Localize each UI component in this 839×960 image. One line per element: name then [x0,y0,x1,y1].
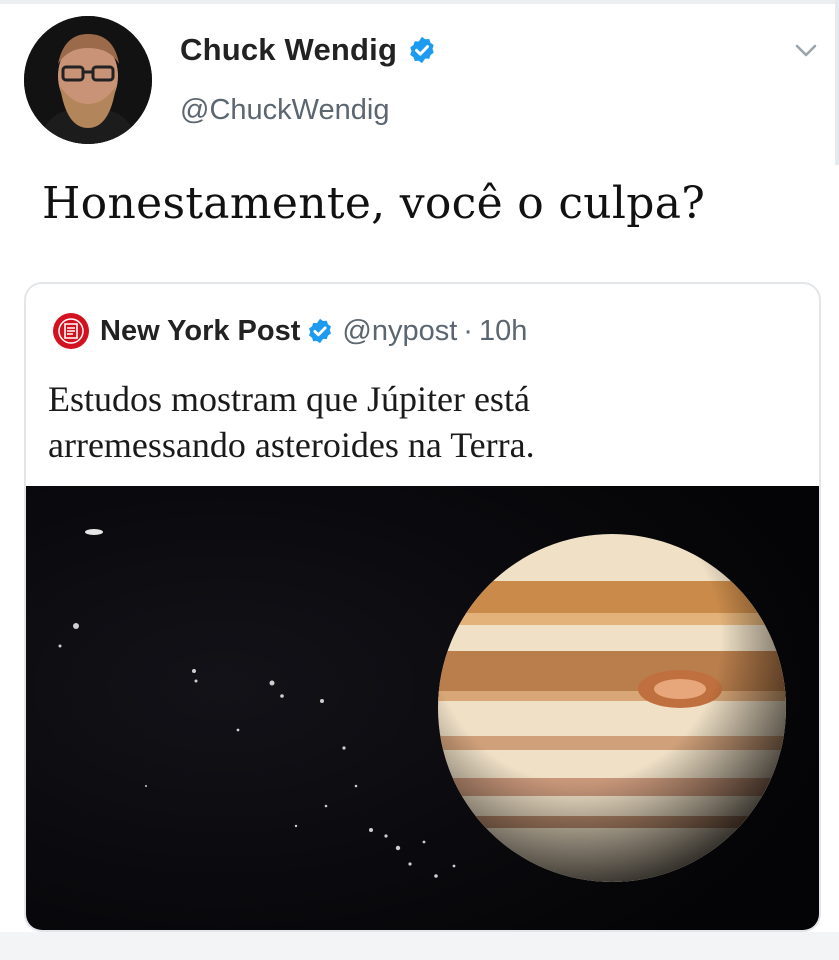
quoted-author-name[interactable]: New York Post [100,315,300,348]
chevron-down-icon[interactable] [792,40,820,62]
verified-badge-icon [309,318,332,344]
quoted-tweet-card[interactable]: New York Post @nypost · 10h Estudos most… [24,282,821,932]
avatar[interactable] [24,16,152,144]
quoted-author-handle[interactable]: @nypost [342,315,457,348]
tweet-text: Honestamente, você o culpa? [42,178,706,229]
jupiter-asteroids-photo[interactable] [26,486,819,932]
bottom-border [0,932,839,960]
quoted-text-line-1: Estudos mostram que Júpiter está [48,379,530,419]
author-name-text[interactable]: Chuck Wendig [180,32,397,68]
quoted-timestamp[interactable]: 10h [479,315,527,348]
quoted-text-line-2: arremessando asteroides na Terra. [48,425,535,465]
separator-dot: · [463,314,473,347]
verified-badge-icon [410,36,434,64]
avatar-photo [24,16,152,144]
author-handle[interactable]: @ChuckWendig [180,94,389,127]
author-name[interactable]: Chuck Wendig [180,32,437,68]
quoted-tweet-header: New York Post @nypost · 10h [52,312,527,350]
scrollbar-track [835,0,839,165]
new-york-post-logo[interactable] [52,312,90,350]
top-border [0,0,839,4]
quoted-tweet-text: Estudos mostram que Júpiter está arremes… [48,376,788,468]
